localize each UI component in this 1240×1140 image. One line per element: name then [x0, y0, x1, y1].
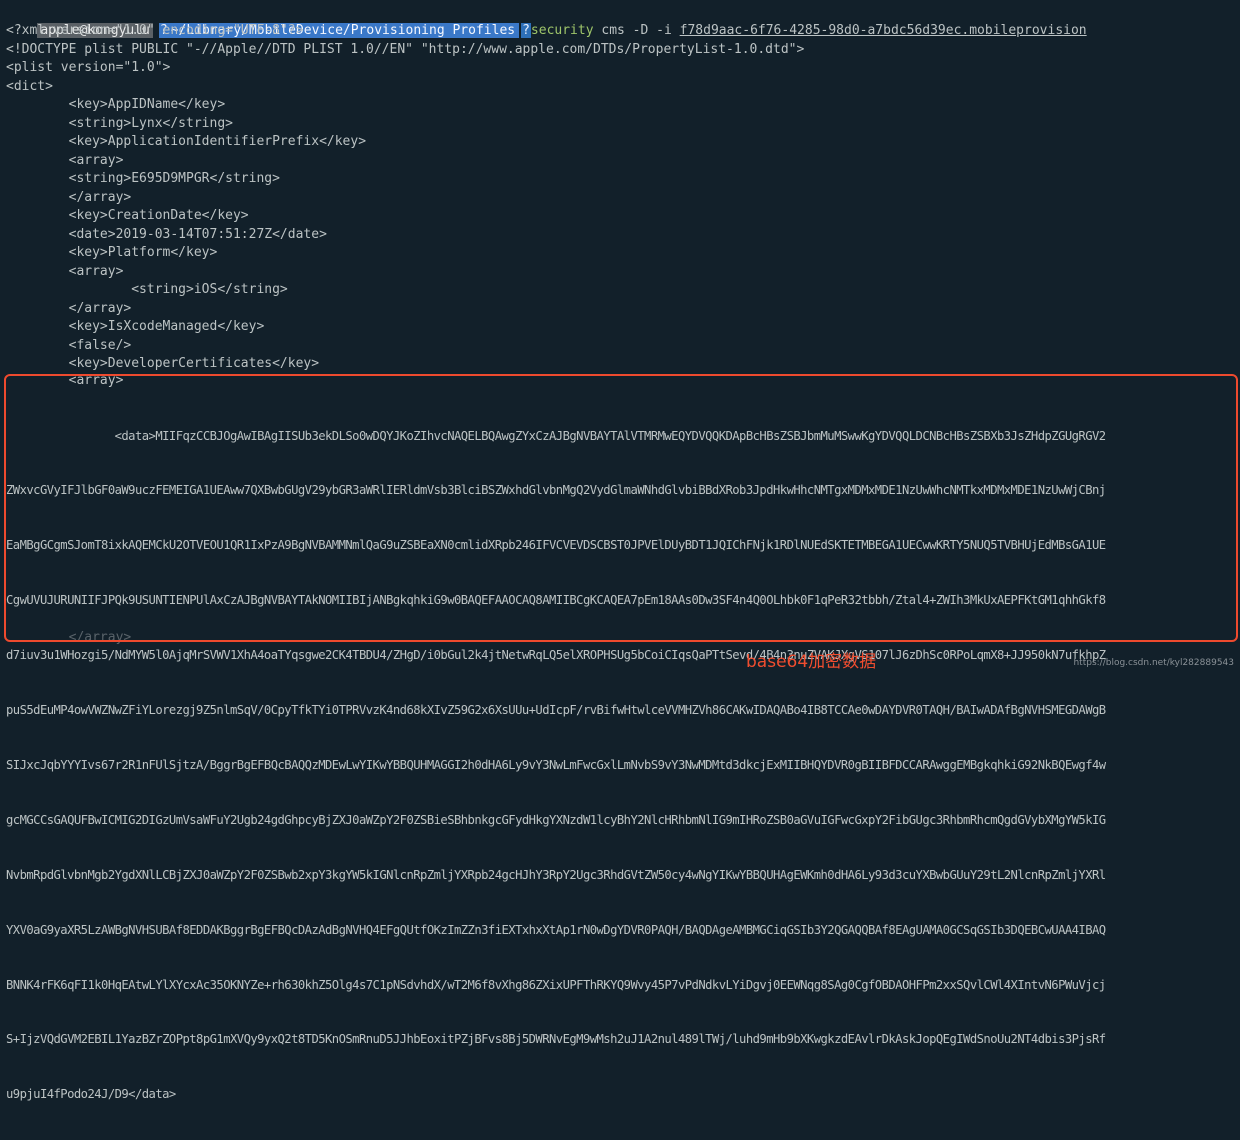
output-line: <key>ApplicationIdentifierPrefix</key> [6, 134, 367, 149]
base64-line: S+IjzVQdGVM2EBIL1YazBZrZOPpt8pG1mXVQy9yx… [6, 1032, 1106, 1047]
output-line: </array> [6, 189, 132, 205]
base64-line: u9pjuI4fPodo24J/D9</data> [6, 1087, 176, 1102]
terminal-window[interactable]: apple@kongyulu? ~/Library/MobileDevice/Pr… [0, 0, 1240, 1101]
output-line: <date>2019-03-14T07:51:27Z</date> [6, 226, 327, 242]
command-args: cms -D -i [593, 23, 680, 38]
output-line: <!DOCTYPE plist PUBLIC "-//Apple//DTD PL… [6, 41, 805, 57]
prompt-unknown-glyph-icon-2: ? [521, 23, 531, 38]
output-line: <key>Platform</key> [6, 245, 218, 260]
base64-line: puS5dEuMP4owVWZNwZFiYLorezgj9Z5nlmSqV/0C… [6, 703, 1106, 718]
output-line: <plist version="1.0"> [6, 60, 171, 75]
base64-line: gcMGCCsGAQUFBwICMIG2DIGzUmVsaWFuY2Ugb24g… [6, 812, 1106, 827]
watermark: https://blog.csdn.net/kyl282889543 [1073, 658, 1234, 668]
command-name: security [530, 23, 594, 38]
output-line: <false/> [6, 337, 132, 353]
output-line: <key>DeveloperCertificates</key> [6, 356, 320, 371]
output-line: <string>E695D9MPGR</string> [6, 171, 280, 186]
command-filename-link[interactable]: f78d9aac-6f76-4285-98d0-a7bdc56d39ec.mob… [680, 23, 1087, 38]
output-line: <string>Lynx</string> [6, 115, 233, 131]
base64-line: BNNK4rFK6qFI1k0HqEAtwLYlXYcxAc35OKNYZe+r… [6, 977, 1106, 992]
annotation-caption: base64加密数据 [746, 652, 877, 672]
output-line: <string>iOS</string> [6, 282, 288, 297]
highlight-annotation-box [4, 374, 1238, 642]
output-line: <array> [6, 263, 124, 279]
base64-line: YXV0aG9yaXR5LzAWBgNVHSUBAf8EDDAKBggrBgEF… [6, 922, 1106, 937]
output-line: <dict> [6, 78, 53, 94]
output-line: <key>AppIDName</key> [6, 97, 226, 112]
output-line: <key>CreationDate</key> [6, 208, 249, 223]
output-line: <key>IsXcodeManaged</key> [6, 319, 265, 334]
output-line: </array> [6, 300, 132, 316]
base64-line: NvbmRpdGlvbnMgb2YgdXNlLCBjZXJ0aWZpY2F0ZS… [6, 867, 1106, 882]
output-line: <?xml version="1.0" encoding="UTF-8"?> [6, 23, 304, 38]
shell-prompt: apple@kongyulu? ~/Library/MobileDevice/Pr… [6, 4, 1087, 38]
base64-line: SIJxcJqbYYYIvs67r2R1nFUlSjtzA/BggrBgEFBQ… [6, 757, 1106, 772]
output-line: <array> [6, 152, 124, 168]
base64-line: d7iuv3u1WHozgi5/NdMYW5l0AjqMrSVWV1XhA4oa… [6, 648, 1106, 663]
